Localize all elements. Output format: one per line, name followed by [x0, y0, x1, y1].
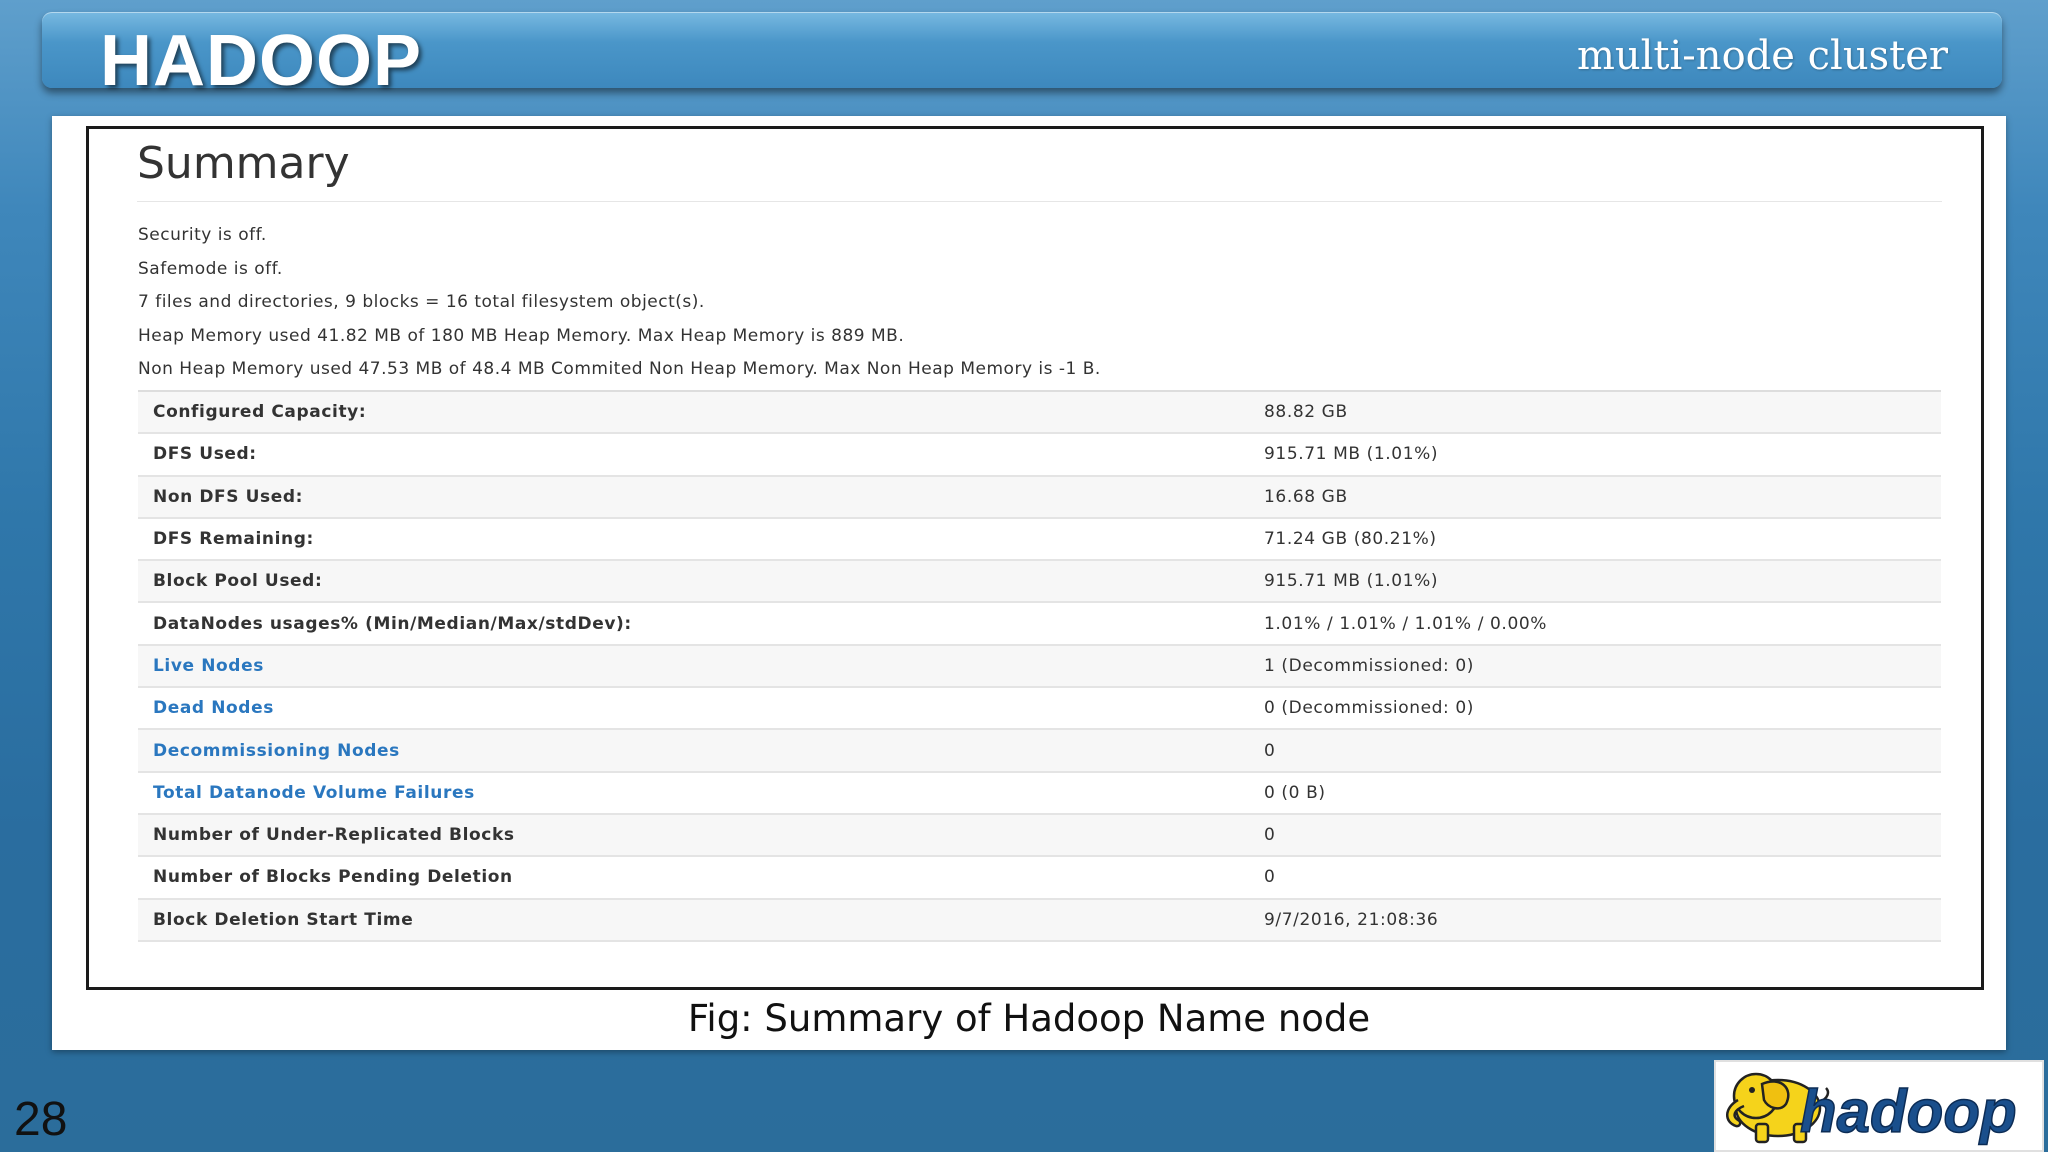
non-heap-memory-line: Non Heap Memory used 47.53 MB of 48.4 MB…: [138, 359, 1101, 379]
table-row: Dead Nodes 0 (Decommissioned: 0): [138, 687, 1941, 731]
table-row: Number of Blocks Pending Deletion 0: [138, 856, 1941, 900]
heading-divider: [137, 201, 1942, 202]
figure-frame: Summary Security is off. Safemode is off…: [52, 116, 2006, 1050]
live-nodes-link[interactable]: Live Nodes: [153, 656, 264, 676]
row-value: 9/7/2016, 21:08:36: [1249, 898, 1941, 942]
dead-nodes-link[interactable]: Dead Nodes: [153, 698, 274, 718]
row-value: 915.71 MB (1.01%): [1249, 560, 1941, 604]
slide-title: HADOOP: [100, 21, 423, 101]
row-label-cell: Total Datanode Volume Failures: [138, 771, 1249, 815]
table-row: DFS Used: 915.71 MB (1.01%): [138, 433, 1941, 477]
slide-subtitle: multi-node cluster: [1576, 33, 1948, 79]
heap-memory-line: Heap Memory used 41.82 MB of 180 MB Heap…: [138, 325, 905, 346]
decommissioning-nodes-link[interactable]: Decommissioning Nodes: [153, 741, 400, 761]
row-value: 0 (Decommissioned: 0): [1249, 687, 1941, 731]
table-row: Total Datanode Volume Failures 0 (0 B): [138, 771, 1941, 815]
slide-number: 28: [14, 1093, 68, 1146]
summary-table: Configured Capacity: 88.82 GB DFS Used: …: [138, 390, 1941, 942]
row-label-cell: Live Nodes: [138, 644, 1249, 689]
table-row: Live Nodes 1 (Decommissioned: 0): [138, 644, 1941, 689]
filesystem-objects-line: 7 files and directories, 9 blocks = 16 t…: [138, 292, 705, 312]
table-row: Decommissioning Nodes 0: [138, 729, 1941, 773]
volume-failures-link[interactable]: Total Datanode Volume Failures: [153, 783, 475, 803]
table-row: Block Pool Used: 915.71 MB (1.01%): [138, 560, 1941, 604]
table-row: DFS Remaining: 71.24 GB (80.21%): [138, 517, 1941, 562]
figure-caption: Fig: Summary of Hadoop Name node: [687, 997, 1371, 1040]
hadoop-wordmark: hadoop: [1800, 1078, 2017, 1145]
row-label: DataNodes usages% (Min/Median/Max/stdDev…: [138, 602, 1249, 646]
summary-info-list: Security is off. Safemode is off. 7 file…: [138, 219, 1101, 387]
row-value: 88.82 GB: [1249, 391, 1941, 435]
row-label: Non DFS Used:: [138, 475, 1249, 519]
row-label: Block Deletion Start Time: [138, 898, 1249, 942]
row-value: 0 (0 B): [1249, 771, 1941, 815]
safemode-status-line: Safemode is off.: [138, 258, 283, 279]
row-value: 0: [1249, 856, 1941, 900]
table-row: Number of Under-Replicated Blocks 0: [138, 813, 1941, 858]
table-row: Block Deletion Start Time 9/7/2016, 21:0…: [138, 898, 1941, 942]
row-value: 71.24 GB (80.21%): [1249, 517, 1941, 562]
row-label-cell: Dead Nodes: [138, 687, 1249, 731]
row-label: Number of Blocks Pending Deletion: [138, 856, 1249, 900]
row-value: 1 (Decommissioned: 0): [1249, 644, 1941, 689]
row-value: 1.01% / 1.01% / 1.01% / 0.00%: [1249, 602, 1941, 646]
row-label-cell: Decommissioning Nodes: [138, 729, 1249, 773]
row-value: 0: [1249, 729, 1941, 773]
row-label: DFS Used:: [138, 433, 1249, 477]
hadoop-logo: hadoop: [1714, 1060, 2044, 1152]
yellow-elephant-icon: hadoop: [1726, 1072, 2017, 1146]
summary-heading: Summary: [137, 138, 350, 189]
row-value: 0: [1249, 813, 1941, 858]
row-value: 16.68 GB: [1249, 475, 1941, 519]
namenode-summary-screenshot: Summary Security is off. Safemode is off…: [86, 126, 1984, 990]
title-banner: HADOOP multi-node cluster: [42, 12, 2002, 101]
row-label: Block Pool Used:: [138, 560, 1249, 604]
security-status-line: Security is off.: [138, 225, 267, 245]
row-label: DFS Remaining:: [138, 517, 1249, 562]
table-row: Configured Capacity: 88.82 GB: [138, 391, 1941, 435]
row-label: Configured Capacity:: [138, 391, 1249, 435]
row-label: Number of Under-Replicated Blocks: [138, 813, 1249, 858]
row-value: 915.71 MB (1.01%): [1249, 433, 1941, 477]
table-row: Non DFS Used: 16.68 GB: [138, 475, 1941, 519]
table-row: DataNodes usages% (Min/Median/Max/stdDev…: [138, 602, 1941, 646]
